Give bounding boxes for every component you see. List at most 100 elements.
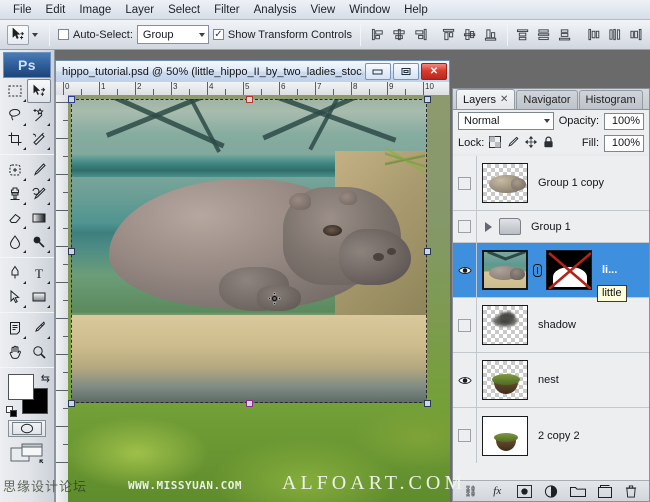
eraser-tool-icon[interactable] xyxy=(3,206,27,230)
vertical-ruler[interactable] xyxy=(55,95,68,502)
transform-handle-top-right[interactable] xyxy=(424,96,431,103)
tab-layers[interactable]: Layers ✕ xyxy=(456,89,515,109)
layer-list[interactable]: Group 1 copy Group 1 xyxy=(453,156,649,481)
layer-visibility-toggle[interactable] xyxy=(453,353,477,407)
align-right-edges-icon[interactable] xyxy=(411,25,430,44)
layer-thumbnail[interactable] xyxy=(482,250,528,290)
distribute-top-edges-icon[interactable] xyxy=(514,25,533,44)
show-transform-controls-checkbox[interactable] xyxy=(213,29,224,40)
tool-preset-chevron-down-icon[interactable] xyxy=(32,33,38,37)
minimize-button[interactable] xyxy=(365,63,391,80)
auto-select-scope-select[interactable]: Group xyxy=(137,25,209,44)
gradient-tool-icon[interactable] xyxy=(27,206,51,230)
hand-tool-icon[interactable] xyxy=(3,340,27,364)
layer-visibility-toggle[interactable] xyxy=(453,408,477,463)
lock-transparent-pixels-icon[interactable] xyxy=(489,136,501,151)
maximize-button[interactable] xyxy=(393,63,419,80)
transform-handle-middle-right[interactable] xyxy=(424,248,431,255)
align-vertical-centers-icon[interactable] xyxy=(461,25,480,44)
canvas-area[interactable] xyxy=(68,95,450,502)
clone-stamp-tool-icon[interactable] xyxy=(3,182,27,206)
new-adjustment-layer-icon[interactable] xyxy=(542,483,560,499)
group-expander[interactable] xyxy=(477,218,521,235)
distribute-bottom-edges-icon[interactable] xyxy=(556,25,575,44)
lasso-tool-icon[interactable] xyxy=(3,103,27,127)
transform-handle-middle-left[interactable] xyxy=(68,248,75,255)
layer-thumbnail[interactable] xyxy=(482,416,528,456)
zoom-tool-icon[interactable] xyxy=(27,340,51,364)
mask-link-icon[interactable] xyxy=(531,264,543,277)
tab-histogram[interactable]: Histogram xyxy=(579,90,643,109)
tab-navigator[interactable]: Navigator xyxy=(516,90,577,109)
transform-handle-bottom-right[interactable] xyxy=(424,400,431,407)
lock-image-pixels-icon[interactable] xyxy=(507,136,519,151)
menu-item-image[interactable]: Image xyxy=(72,2,118,18)
transform-handle-top-center[interactable] xyxy=(246,96,253,103)
distribute-vertical-centers-icon[interactable] xyxy=(535,25,554,44)
crop-tool-icon[interactable] xyxy=(3,127,27,151)
rectangular-marquee-tool-icon[interactable] xyxy=(3,79,27,103)
notes-tool-icon[interactable] xyxy=(3,316,27,340)
auto-select-checkbox[interactable] xyxy=(58,29,69,40)
lock-position-icon[interactable] xyxy=(525,136,537,151)
document-title-bar[interactable]: hippo_tutorial.psd @ 50% (little_hippo_I… xyxy=(55,60,450,82)
layer-thumbnail[interactable] xyxy=(482,360,528,400)
layer-row-nest[interactable]: nest xyxy=(453,353,649,408)
layer-visibility-toggle[interactable] xyxy=(453,156,477,210)
new-group-icon[interactable] xyxy=(569,483,587,499)
default-colors-icon[interactable] xyxy=(6,406,17,417)
menu-item-help[interactable]: Help xyxy=(397,2,435,18)
layer-visibility-toggle[interactable] xyxy=(453,298,477,352)
align-left-edges-icon[interactable] xyxy=(369,25,388,44)
menu-item-analysis[interactable]: Analysis xyxy=(247,2,304,18)
quick-mask-mode-icon[interactable] xyxy=(8,420,46,437)
tool-preset-picker[interactable] xyxy=(4,24,41,46)
blend-mode-select[interactable]: Normal xyxy=(458,112,554,130)
healing-brush-tool-icon[interactable] xyxy=(3,158,27,182)
menu-item-view[interactable]: View xyxy=(303,2,342,18)
layer-thumbnail[interactable] xyxy=(482,305,528,345)
layer-row-group-1-copy[interactable]: Group 1 copy xyxy=(453,156,649,211)
layer-row-shadow[interactable]: shadow xyxy=(453,298,649,353)
close-icon[interactable]: ✕ xyxy=(500,94,508,105)
add-layer-mask-icon[interactable] xyxy=(515,483,533,499)
layer-style-fx-icon[interactable]: fx xyxy=(488,483,506,499)
layer-visibility-toggle[interactable] xyxy=(453,211,477,242)
layer-row-group-1[interactable]: Group 1 xyxy=(453,211,649,243)
layer-visibility-toggle[interactable] xyxy=(453,243,477,297)
new-layer-icon[interactable] xyxy=(596,483,614,499)
foreground-color-swatch[interactable] xyxy=(8,374,34,400)
brush-tool-icon[interactable] xyxy=(27,158,51,182)
transform-handle-bottom-center[interactable] xyxy=(246,400,253,407)
fill-input[interactable]: 100% xyxy=(604,135,644,152)
distribute-horizontal-centers-icon[interactable] xyxy=(606,25,625,44)
distribute-right-edges-icon[interactable] xyxy=(627,25,646,44)
layer-thumbnail[interactable] xyxy=(482,163,528,203)
align-top-edges-icon[interactable] xyxy=(440,25,459,44)
lock-all-icon[interactable] xyxy=(543,136,554,151)
type-tool-icon[interactable]: T xyxy=(27,261,51,285)
close-button[interactable]: ✕ xyxy=(421,63,447,80)
eyedropper-tool-icon[interactable] xyxy=(27,316,51,340)
transform-handle-top-left[interactable] xyxy=(68,96,75,103)
screen-mode-icon[interactable] xyxy=(10,442,44,464)
path-selection-tool-icon[interactable] xyxy=(3,285,27,309)
menu-item-layer[interactable]: Layer xyxy=(118,2,161,18)
menu-item-select[interactable]: Select xyxy=(161,2,207,18)
align-bottom-edges-icon[interactable] xyxy=(482,25,501,44)
move-tool-icon[interactable] xyxy=(27,79,51,103)
blur-tool-icon[interactable] xyxy=(3,230,27,254)
menu-item-file[interactable]: File xyxy=(6,2,39,18)
delete-layer-icon[interactable] xyxy=(622,483,640,499)
magic-wand-tool-icon[interactable] xyxy=(27,103,51,127)
menu-item-filter[interactable]: Filter xyxy=(207,2,247,18)
distribute-left-edges-icon[interactable] xyxy=(585,25,604,44)
slice-tool-icon[interactable] xyxy=(27,127,51,151)
align-horizontal-centers-icon[interactable] xyxy=(390,25,409,44)
swap-colors-icon[interactable]: ⇆ xyxy=(41,372,50,385)
menu-item-window[interactable]: Window xyxy=(342,2,397,18)
layer-row-2-copy-2[interactable]: 2 copy 2 xyxy=(453,408,649,463)
pen-tool-icon[interactable] xyxy=(3,261,27,285)
rectangle-shape-tool-icon[interactable] xyxy=(27,285,51,309)
menu-item-edit[interactable]: Edit xyxy=(39,2,73,18)
